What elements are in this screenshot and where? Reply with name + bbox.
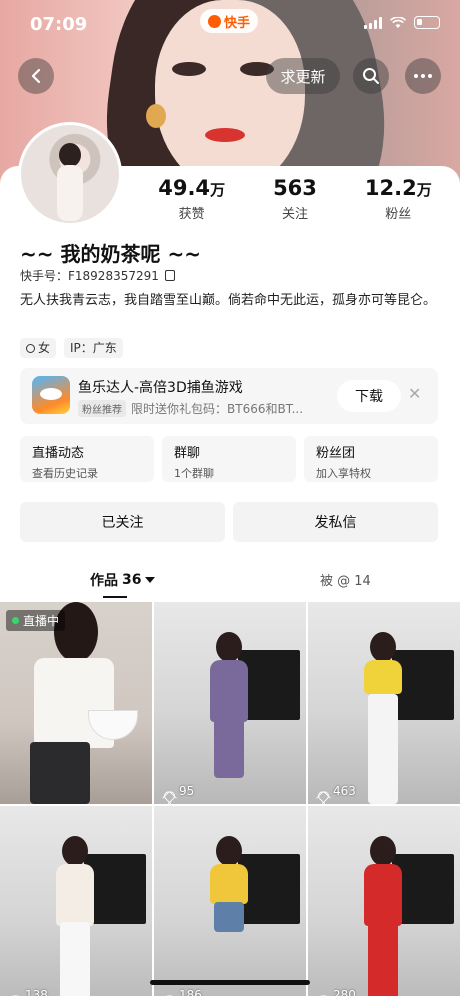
video-like-count: 138: [25, 988, 48, 996]
send-message-button[interactable]: 发私信: [233, 502, 438, 542]
profile-nickname: ~~ 我的奶茶呢 ~~: [20, 242, 201, 266]
video-like-count: 95: [179, 784, 195, 798]
heart-icon: [316, 786, 329, 797]
cover-earring: [146, 104, 166, 128]
ad-subtitle: 粉丝推荐 限时送你礼包码：BT666和BT...: [78, 400, 303, 417]
stat-fans-value: 12.2万: [364, 176, 432, 200]
video-like-count: 280: [333, 988, 356, 996]
tab-active-indicator: [103, 596, 127, 598]
stat-following-label: 关注: [281, 207, 308, 222]
video-like-count: 463: [333, 784, 356, 798]
feature-sub: 加入享特权: [316, 467, 371, 480]
app-name: 快手: [223, 15, 250, 31]
video-likes: 95: [162, 784, 194, 798]
ask-update-button[interactable]: 求更新: [266, 58, 340, 94]
feature-title: 直播动态: [32, 446, 85, 461]
game-ad-banner[interactable]: 鱼乐达人-高倍3D捕鱼游戏 粉丝推荐 限时送你礼包码：BT666和BT... 下…: [20, 368, 438, 424]
gender-tag: 女: [20, 338, 57, 358]
content-tabs: 作品 36 被 @ 14: [0, 562, 460, 598]
video-like-count: 186: [179, 988, 202, 996]
ad-subtitle-text: 限时送你礼包码：BT666和BT...: [131, 402, 304, 416]
heart-icon: [162, 990, 175, 996]
avatar-body: [57, 165, 83, 221]
feature-live-history[interactable]: 直播动态 查看历史记录: [20, 436, 154, 482]
gender-tag-label: 女: [38, 341, 51, 355]
cover-eye-left: [172, 62, 206, 76]
profile-uid: 快手号：F18928357291: [20, 267, 175, 284]
kuaishou-logo: 快手: [200, 9, 258, 33]
following-button[interactable]: 已关注: [20, 502, 225, 542]
video-grid: 直播中 95 463 138 186 280: [0, 602, 460, 996]
video-tile[interactable]: 138: [0, 806, 152, 996]
stat-likes[interactable]: 49.4万 获赞: [142, 176, 242, 222]
stat-following[interactable]: 563 关注: [245, 176, 345, 222]
home-indicator[interactable]: [150, 980, 310, 985]
avatar-head: [59, 143, 81, 167]
feature-group-chat[interactable]: 群聊 1个群聊: [162, 436, 296, 482]
caret-down-icon: [145, 577, 156, 583]
ad-title: 鱼乐达人-高倍3D捕鱼游戏: [78, 380, 243, 396]
back-button[interactable]: [18, 58, 54, 94]
feature-fan-club[interactable]: 粉丝团 加入享特权: [304, 436, 438, 482]
copy-icon[interactable]: [164, 270, 175, 281]
kuaishou-logo-icon: [207, 14, 221, 28]
video-tile[interactable]: 280: [308, 806, 460, 996]
feature-sub: 查看历史记录: [32, 467, 98, 480]
stat-likes-label: 获赞: [178, 207, 205, 222]
profile-actions: 已关注 发私信: [20, 502, 438, 542]
status-icons: [364, 16, 440, 29]
stat-fans[interactable]: 12.2万 粉丝: [348, 176, 448, 222]
heart-icon: [316, 990, 329, 996]
video-likes: 186: [162, 988, 202, 996]
heart-icon: [8, 990, 21, 996]
cover-lips: [205, 128, 245, 142]
close-icon[interactable]: ✕: [408, 384, 421, 403]
live-badge: 直播中: [6, 610, 66, 631]
video-likes: 280: [316, 988, 356, 996]
status-time: 07:09: [30, 14, 88, 35]
video-likes: 463: [316, 784, 356, 798]
video-likes: 138: [8, 988, 48, 996]
more-dots-icon: [414, 74, 432, 78]
feature-title: 群聊: [174, 446, 201, 461]
fan-recommend-badge: 粉丝推荐: [78, 400, 126, 417]
tab-works-label: 作品: [90, 573, 118, 589]
search-button[interactable]: [353, 58, 389, 94]
profile-tags: 女 IP：广东: [20, 338, 123, 358]
feature-entries: 直播动态 查看历史记录 群聊 1个群聊 粉丝团 加入享特权: [20, 436, 438, 482]
download-button[interactable]: 下载: [337, 380, 401, 412]
video-tile[interactable]: 直播中: [0, 602, 152, 804]
more-button[interactable]: [405, 58, 441, 94]
heart-icon: [162, 786, 175, 797]
battery-icon: [414, 16, 440, 29]
video-tile[interactable]: 186: [154, 806, 306, 996]
tab-works[interactable]: 作品 36: [90, 570, 156, 590]
chevron-left-icon: [31, 68, 41, 84]
live-label: 直播中: [23, 614, 60, 628]
live-dot-icon: [12, 617, 19, 624]
signal-icon: [364, 16, 382, 29]
stat-following-value: 563: [273, 176, 317, 200]
tab-works-count: 36: [122, 572, 142, 588]
feature-sub: 1个群聊: [174, 467, 214, 480]
wifi-icon: [390, 16, 406, 28]
stat-fans-label: 粉丝: [385, 207, 412, 222]
video-tile[interactable]: 463: [308, 602, 460, 804]
game-app-icon: [32, 376, 70, 414]
profile-uid-text: 快手号：F18928357291: [20, 269, 159, 283]
feature-title: 粉丝团: [316, 446, 356, 461]
profile-bio: 无人扶我青云志，我自踏雪至山巅。倘若命中无此运，孤身亦可等昆仑。: [20, 293, 437, 308]
search-icon: [363, 68, 379, 84]
video-tile[interactable]: 95: [154, 602, 306, 804]
avatar[interactable]: [18, 122, 122, 226]
tab-tagged[interactable]: 被 @ 14: [320, 570, 371, 589]
profile-stats: 49.4万 获赞 563 关注 12.2万 粉丝: [140, 176, 450, 222]
female-icon: [26, 343, 35, 353]
status-bar: 07:09 快手: [0, 0, 460, 50]
ip-tag: IP：广东: [64, 338, 123, 358]
stat-likes-value: 49.4万: [158, 176, 226, 200]
